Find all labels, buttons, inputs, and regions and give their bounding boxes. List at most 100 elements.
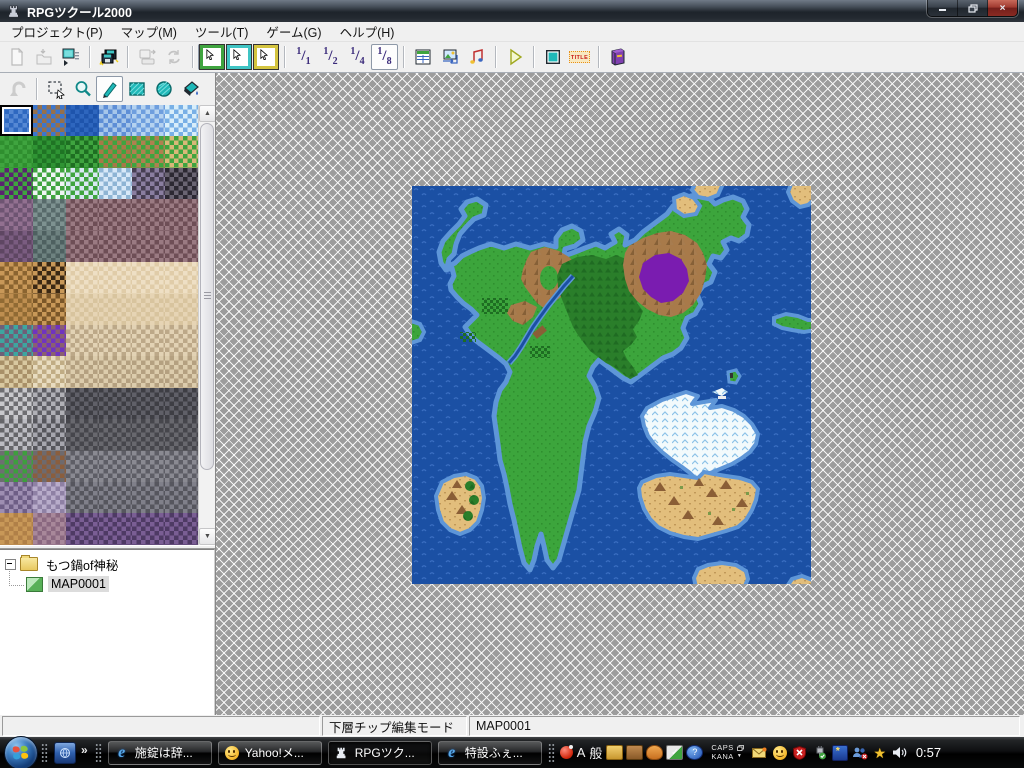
palette-tile-r6c4[interactable] <box>99 262 132 294</box>
favorites-star-icon[interactable]: ★ <box>872 745 888 761</box>
palette-tile-r9c4[interactable] <box>99 356 132 388</box>
tree-expander-minus-icon[interactable] <box>5 558 16 570</box>
palette-tile-r12c3[interactable] <box>66 450 99 483</box>
palette-tile-r9c1[interactable] <box>0 356 33 388</box>
palette-tile-r13c6[interactable] <box>165 482 198 514</box>
palette-tile-r14c2[interactable] <box>33 513 66 545</box>
palette-tile-r14c1[interactable] <box>0 513 33 545</box>
menu-item[interactable]: ヘルプ(H) <box>331 20 404 43</box>
palette-tile-r10c2[interactable] <box>33 387 66 420</box>
music-test-button[interactable] <box>463 44 490 70</box>
palette-tile-r11c6[interactable] <box>165 419 198 451</box>
palette-tile-r8c4[interactable] <box>99 324 132 357</box>
minimize-button[interactable] <box>928 0 958 16</box>
new-project-button[interactable] <box>3 44 30 70</box>
palette-tile-r1c3[interactable] <box>66 105 99 137</box>
help-button[interactable] <box>604 44 631 70</box>
palette-tile-r7c2[interactable] <box>33 293 66 325</box>
rectangle-tool-button[interactable] <box>123 76 150 102</box>
fill-tool-button[interactable] <box>177 76 204 102</box>
palette-tile-r4c1[interactable] <box>0 199 33 231</box>
quick-launch-app-icon[interactable] <box>54 741 76 764</box>
palette-tile-r3c1[interactable] <box>0 167 33 200</box>
palette-tile-r5c1[interactable] <box>0 230 33 263</box>
pen-tool-button[interactable] <box>96 76 123 102</box>
palette-tile-r9c3[interactable] <box>66 356 99 388</box>
palette-tile-r11c3[interactable] <box>66 419 99 451</box>
palette-tile-r2c1[interactable] <box>0 136 33 168</box>
palette-tile-r12c4[interactable] <box>99 450 132 483</box>
messenger-smiley-icon[interactable] <box>772 745 788 761</box>
palette-tile-r2c5[interactable] <box>132 136 165 168</box>
palette-tile-r7c6[interactable] <box>165 293 198 325</box>
palette-tile-r8c5[interactable] <box>132 324 165 357</box>
menu-item[interactable]: ツール(T) <box>186 20 257 43</box>
scroll-down-arrow-icon[interactable]: ▼ <box>199 528 216 545</box>
event-layer-mode-button[interactable] <box>252 44 279 70</box>
palette-case-icon[interactable] <box>646 745 664 760</box>
tools-basket-icon[interactable] <box>606 745 624 760</box>
safely-remove-icon[interactable] <box>812 745 828 761</box>
palette-tile-r5c2[interactable] <box>33 230 66 263</box>
ellipse-tool-button[interactable] <box>150 76 177 102</box>
palette-tile-r10c6[interactable] <box>165 387 198 420</box>
palette-tile-r12c5[interactable] <box>132 450 165 483</box>
palette-tile-r1c2[interactable] <box>33 105 66 137</box>
select-tool-button[interactable] <box>42 76 69 102</box>
palette-tile-r10c1[interactable] <box>0 387 33 420</box>
create-game-disk-button[interactable] <box>133 44 160 70</box>
palette-tile-r11c2[interactable] <box>33 419 66 451</box>
palette-tile-r6c5[interactable] <box>132 262 165 294</box>
window-titlebar[interactable]: RPGツクール2000 × <box>0 0 1024 22</box>
palette-tile-r12c1[interactable] <box>0 450 33 483</box>
palette-tile-r4c6[interactable] <box>165 199 198 231</box>
tree-item[interactable]: MAP0001 <box>0 570 214 594</box>
palette-tile-r11c1[interactable] <box>0 419 33 451</box>
palette-tile-r13c1[interactable] <box>0 482 33 514</box>
palette-tile-r1c1[interactable] <box>0 105 33 137</box>
upper-layer-mode-button[interactable] <box>225 44 252 70</box>
palette-tile-r7c4[interactable] <box>99 293 132 325</box>
palette-tile-r2c6[interactable] <box>165 136 198 168</box>
palette-tile-r7c5[interactable] <box>132 293 165 325</box>
palette-tile-r14c4[interactable] <box>99 513 132 545</box>
chevron-down-icon[interactable]: ▼ <box>737 753 742 760</box>
close-project-button[interactable] <box>57 44 84 70</box>
palette-tile-r9c2[interactable] <box>33 356 66 388</box>
palette-tile-r8c6[interactable] <box>165 324 198 357</box>
new-mail-icon[interactable] <box>752 745 768 761</box>
palette-tile-r13c3[interactable] <box>66 482 99 514</box>
taskbar-button[interactable]: e 特設ふぇ... <box>437 740 542 765</box>
palette-tile-r14c6[interactable] <box>165 513 198 545</box>
palette-tile-r3c4[interactable] <box>99 167 132 200</box>
zoom-tool-button[interactable] <box>69 76 96 102</box>
palette-tile-r11c4[interactable] <box>99 419 132 451</box>
taskbar-grip[interactable] <box>41 742 48 763</box>
palette-tile-r8c3[interactable] <box>66 324 99 357</box>
palette-tile-r4c5[interactable] <box>132 199 165 231</box>
volume-icon[interactable] <box>892 745 908 761</box>
palette-tile-r4c3[interactable] <box>66 199 99 231</box>
palette-tile-r13c2[interactable] <box>33 482 66 514</box>
tree-item[interactable]: もつ鍋of神秘 <box>0 554 214 574</box>
palette-tile-r10c3[interactable] <box>66 387 99 420</box>
show-title-button[interactable]: TITLE <box>566 44 593 70</box>
undo-button[interactable] <box>4 76 31 102</box>
palette-tile-r10c4[interactable] <box>99 387 132 420</box>
palette-tile-r5c6[interactable] <box>165 230 198 263</box>
menu-item[interactable]: プロジェクト(P) <box>2 20 112 43</box>
palette-tile-r3c2[interactable] <box>33 167 66 200</box>
pencil-check-icon[interactable]: ✓ <box>666 745 684 760</box>
lower-layer-mode-button[interactable] <box>198 44 225 70</box>
map-editor-workspace[interactable] <box>215 73 1024 715</box>
palette-tile-r7c1[interactable] <box>0 293 33 325</box>
palette-tile-r6c1[interactable] <box>0 262 33 294</box>
palette-tile-r7c3[interactable] <box>66 293 99 325</box>
menu-item[interactable]: マップ(M) <box>112 20 186 43</box>
ime-ball-icon[interactable] <box>559 745 573 759</box>
scroll-up-arrow-icon[interactable]: ▲ <box>199 105 216 122</box>
zoom-1-1-button[interactable]: 1/1 <box>290 44 317 70</box>
close-button[interactable]: × <box>988 0 1017 16</box>
revert-map-button[interactable] <box>160 44 187 70</box>
palette-tile-r9c5[interactable] <box>132 356 165 388</box>
